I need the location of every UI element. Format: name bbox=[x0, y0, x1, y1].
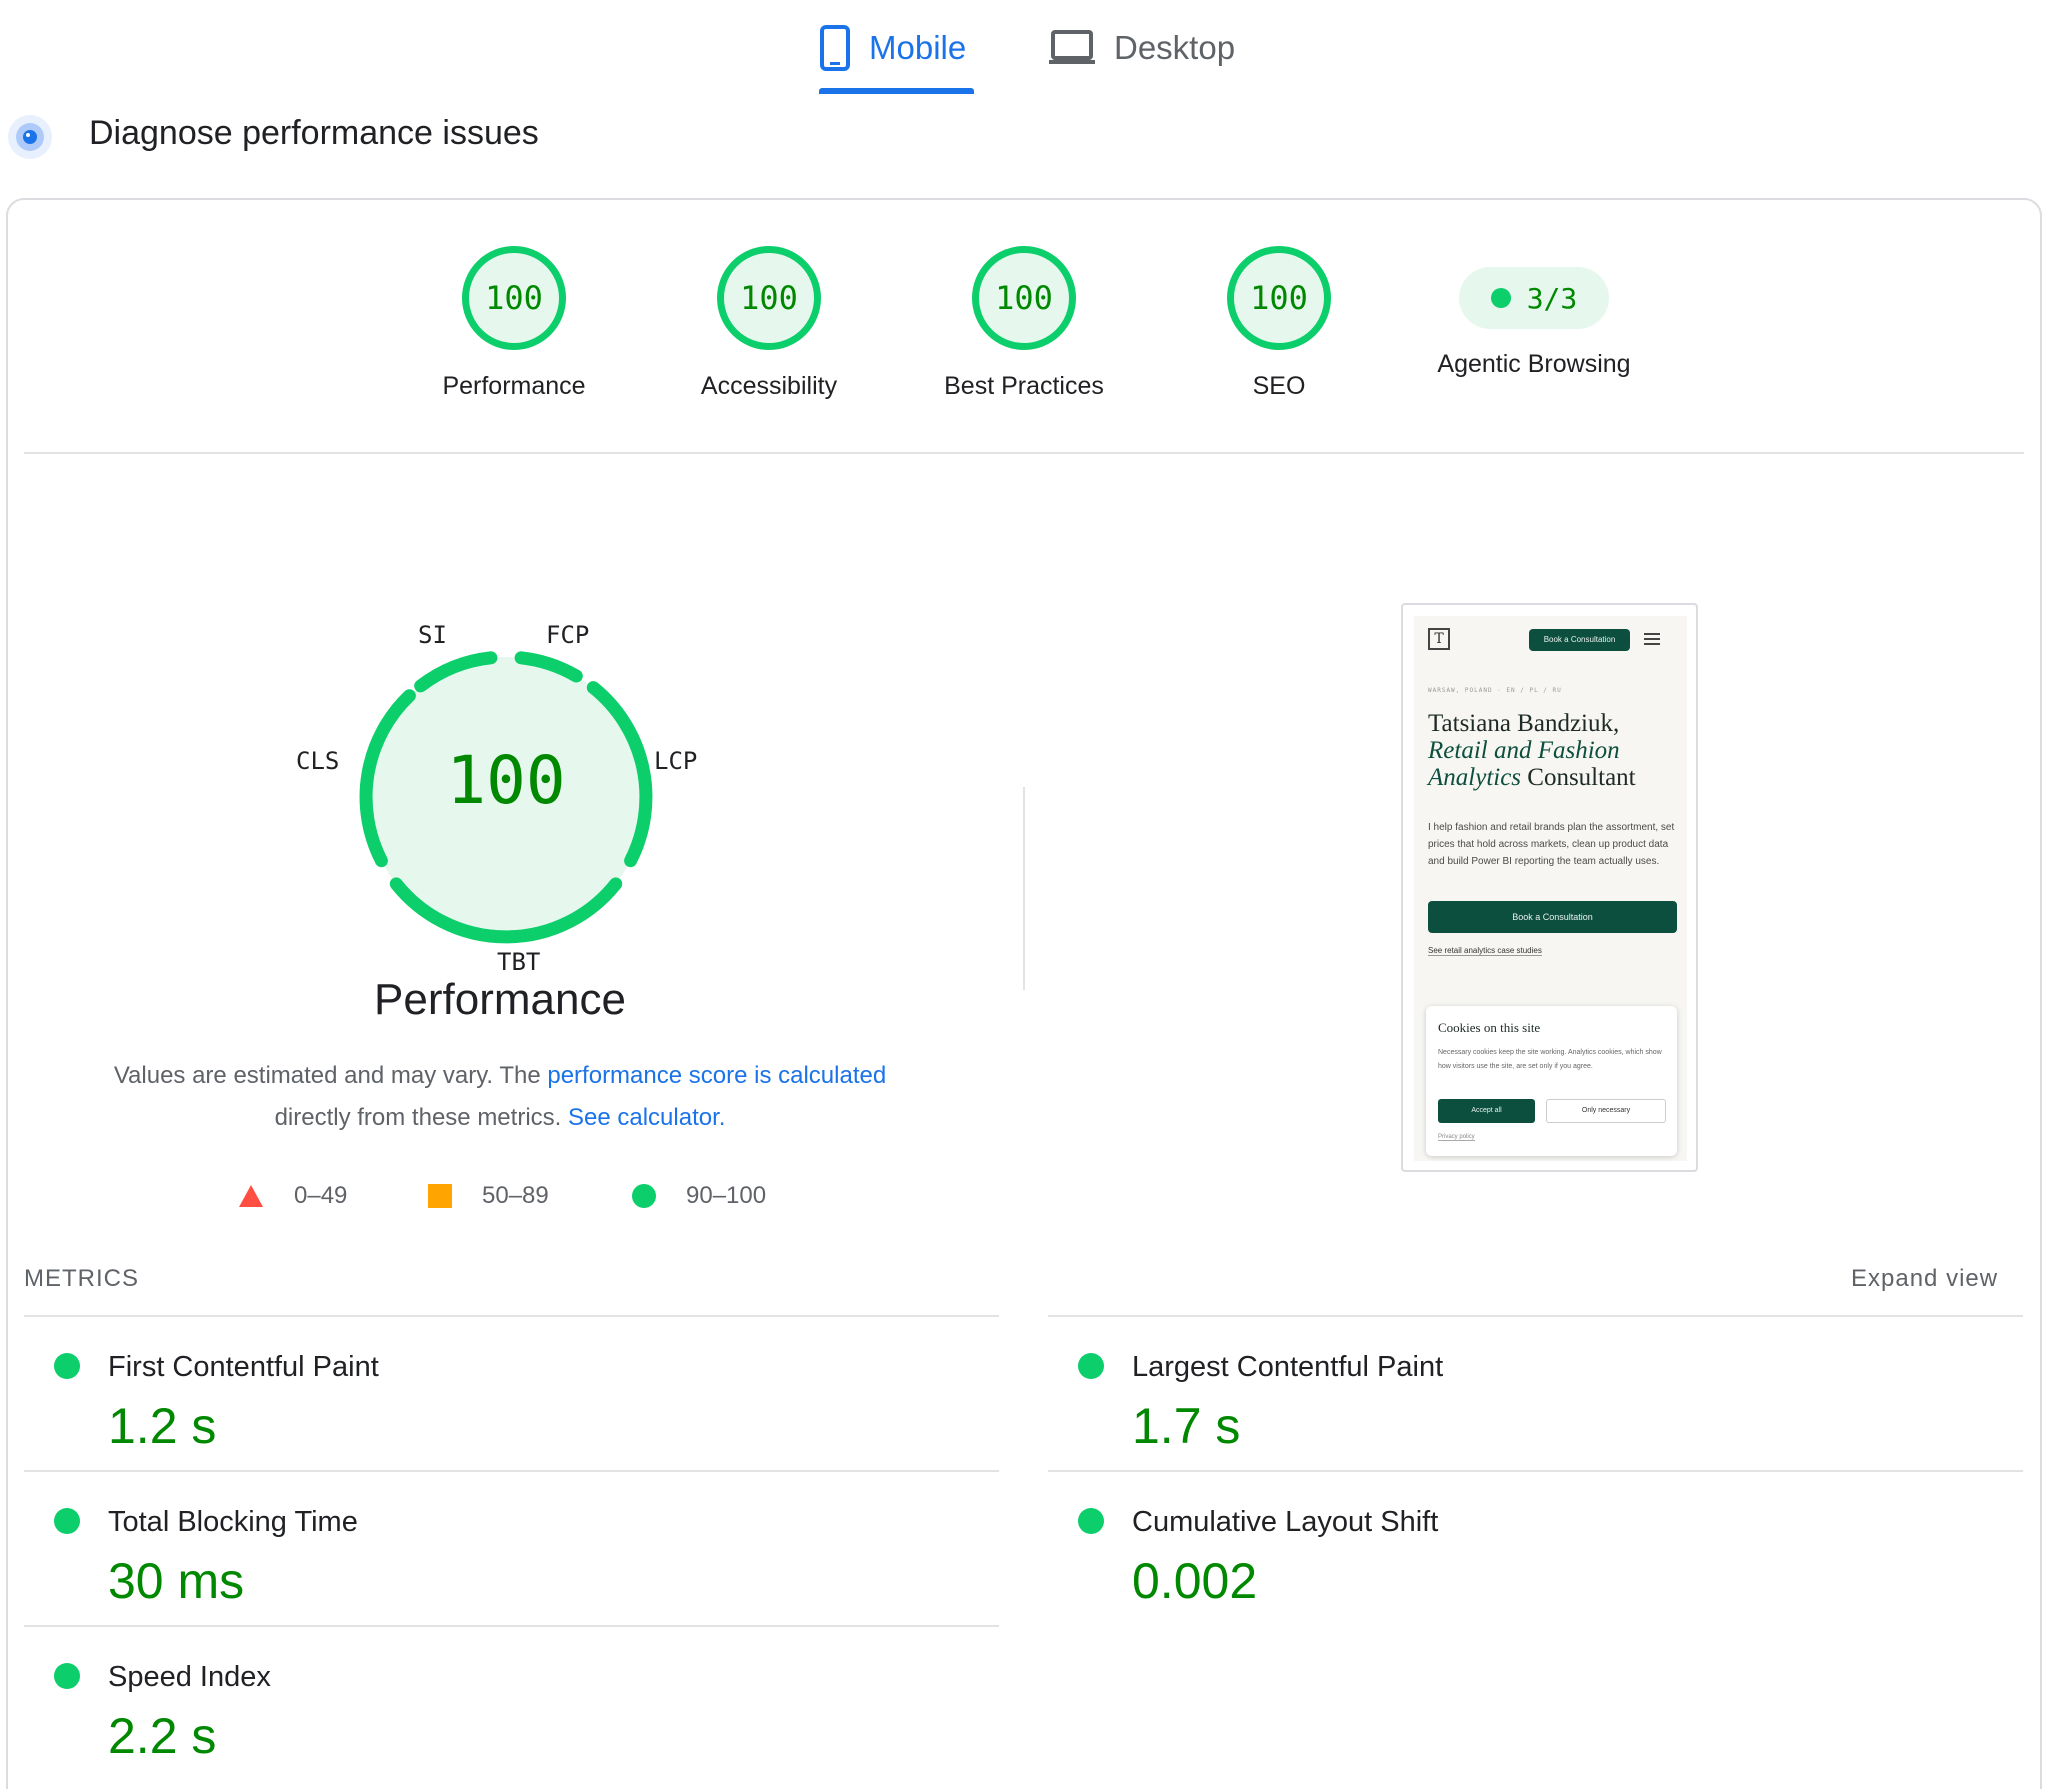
gauge-label-tbt: TBT bbox=[497, 948, 541, 976]
square-icon bbox=[428, 1184, 452, 1208]
tab-desktop[interactable]: Desktop bbox=[1048, 18, 1235, 78]
metric-speed-index: Speed Index 2.2 s bbox=[24, 1643, 999, 1789]
pass-dot-icon bbox=[1078, 1508, 1104, 1534]
hamburger-menu-icon bbox=[1644, 633, 1660, 645]
estimate-note-line2: directly from these metrics. See calcula… bbox=[274, 1104, 726, 1131]
page-screenshot[interactable]: T Book a Consultation WARSAW, POLAND · E… bbox=[1401, 603, 1698, 1172]
gauge-label-cls: CLS bbox=[296, 747, 340, 775]
category-label: SEO bbox=[1252, 372, 1306, 400]
metric-cumulative-layout-shift: Cumulative Layout Shift 0.002 bbox=[1048, 1488, 2023, 1638]
gauge-label-si: SI bbox=[418, 621, 447, 649]
gauge-label-lcp: LCP bbox=[654, 747, 698, 775]
score-gauge: 100 bbox=[717, 246, 821, 350]
pass-dot-icon bbox=[54, 1353, 80, 1379]
category-label: Accessibility bbox=[700, 372, 838, 400]
pass-dot-icon bbox=[1078, 1353, 1104, 1379]
performance-title: Performance bbox=[374, 975, 626, 1024]
metric-name: First Contentful Paint bbox=[108, 1351, 379, 1383]
metric-value: 1.7 s bbox=[1132, 1398, 1241, 1454]
estimate-note-line1: Values are estimated and may vary. The p… bbox=[113, 1062, 887, 1089]
section-title: Diagnose performance issues bbox=[89, 114, 539, 152]
metric-value: 2.2 s bbox=[108, 1708, 217, 1764]
laptop-icon bbox=[1049, 30, 1095, 64]
category-accessibility[interactable]: 100 Accessibility bbox=[639, 246, 899, 401]
metric-name: Cumulative Layout Shift bbox=[1132, 1506, 1439, 1538]
cookie-title: Cookies on this site bbox=[1438, 1020, 1541, 1035]
divider bbox=[24, 452, 2024, 454]
metric-name: Speed Index bbox=[108, 1661, 271, 1693]
hero-heading: Tatsiana Bandziuk, Retail and Fashion An… bbox=[1428, 710, 1636, 791]
screenshot-content: T Book a Consultation WARSAW, POLAND · E… bbox=[1414, 616, 1687, 1161]
metric-name: Largest Contentful Paint bbox=[1132, 1351, 1444, 1383]
cookie-text: Necessary cookies keep the site working.… bbox=[1438, 1049, 1662, 1070]
agentic-score: 3/3 bbox=[1526, 281, 1578, 315]
mobile-phone-icon bbox=[820, 25, 850, 71]
divider bbox=[24, 1315, 999, 1317]
divider bbox=[1048, 1315, 2023, 1317]
metric-first-contentful-paint: First Contentful Paint 1.2 s bbox=[24, 1333, 999, 1483]
hero-consultation-button: Book a Consultation bbox=[1428, 901, 1677, 933]
gauge-label-fcp: FCP bbox=[546, 621, 590, 649]
divider bbox=[24, 1625, 999, 1627]
legend-pass: 90–100 bbox=[632, 1182, 766, 1210]
diagnose-icon bbox=[8, 115, 52, 159]
metric-value: 0.002 bbox=[1132, 1553, 1258, 1609]
score-gauge: 100 bbox=[972, 246, 1076, 350]
see-calculator-link[interactable]: See calculator. bbox=[568, 1104, 725, 1131]
category-seo[interactable]: 100 SEO bbox=[1149, 246, 1409, 401]
cookie-banner: Cookies on this site Necessary cookies k… bbox=[1426, 1006, 1677, 1156]
category-label: Performance bbox=[442, 372, 586, 400]
pass-dot-icon bbox=[1490, 288, 1511, 308]
divider bbox=[1048, 1470, 2023, 1472]
case-studies-link: See retail analytics case studies bbox=[1428, 946, 1542, 956]
performance-score: 100 bbox=[446, 742, 566, 819]
tab-desktop-label: Desktop bbox=[1114, 29, 1236, 66]
score-gauge: 100 bbox=[1227, 246, 1331, 350]
category-label: Best Practices bbox=[944, 372, 1104, 400]
cookie-accept-button: Accept all bbox=[1438, 1099, 1535, 1123]
category-performance[interactable]: 100 Performance bbox=[384, 246, 644, 401]
pass-dot-icon bbox=[54, 1508, 80, 1534]
category-label: Agentic Browsing bbox=[1437, 350, 1631, 378]
metric-value: 1.2 s bbox=[108, 1398, 217, 1454]
circle-icon bbox=[632, 1184, 656, 1208]
agentic-score-pill: 3/3 bbox=[1459, 267, 1609, 329]
active-tab-indicator bbox=[819, 88, 974, 94]
hero-body: I help fashion and retail brands plan th… bbox=[1428, 822, 1675, 867]
cookie-necessary-button: Only necessary bbox=[1546, 1099, 1666, 1123]
divider bbox=[24, 1470, 999, 1472]
category-agentic-browsing[interactable]: 3/3 Agentic Browsing bbox=[1404, 246, 1664, 379]
vertical-divider bbox=[1023, 787, 1025, 990]
tab-mobile-label: Mobile bbox=[869, 29, 967, 66]
site-logo-icon: T bbox=[1428, 628, 1450, 650]
legend-fail: 0–49 bbox=[238, 1182, 347, 1210]
metrics-heading: METRICS bbox=[24, 1265, 139, 1292]
header-consultation-button: Book a Consultation bbox=[1529, 629, 1630, 651]
score-calculated-link[interactable]: performance score is calculated bbox=[547, 1062, 886, 1089]
metric-name: Total Blocking Time bbox=[108, 1506, 358, 1538]
legend-average: 50–89 bbox=[428, 1182, 549, 1210]
triangle-icon bbox=[239, 1185, 263, 1207]
category-best-practices[interactable]: 100 Best Practices bbox=[894, 246, 1154, 401]
privacy-link: Privacy policy bbox=[1438, 1134, 1475, 1141]
expand-view-button[interactable]: Expand view bbox=[1851, 1265, 1998, 1293]
metric-total-blocking-time: Total Blocking Time 30 ms bbox=[24, 1488, 999, 1638]
metric-value: 30 ms bbox=[108, 1553, 245, 1609]
tab-mobile[interactable]: Mobile bbox=[819, 18, 966, 78]
pass-dot-icon bbox=[54, 1663, 80, 1689]
score-gauge: 100 bbox=[462, 246, 566, 350]
location-eyebrow: WARSAW, POLAND · EN / PL / RU bbox=[1428, 687, 1562, 694]
metric-largest-contentful-paint: Largest Contentful Paint 1.7 s bbox=[1048, 1333, 2023, 1483]
